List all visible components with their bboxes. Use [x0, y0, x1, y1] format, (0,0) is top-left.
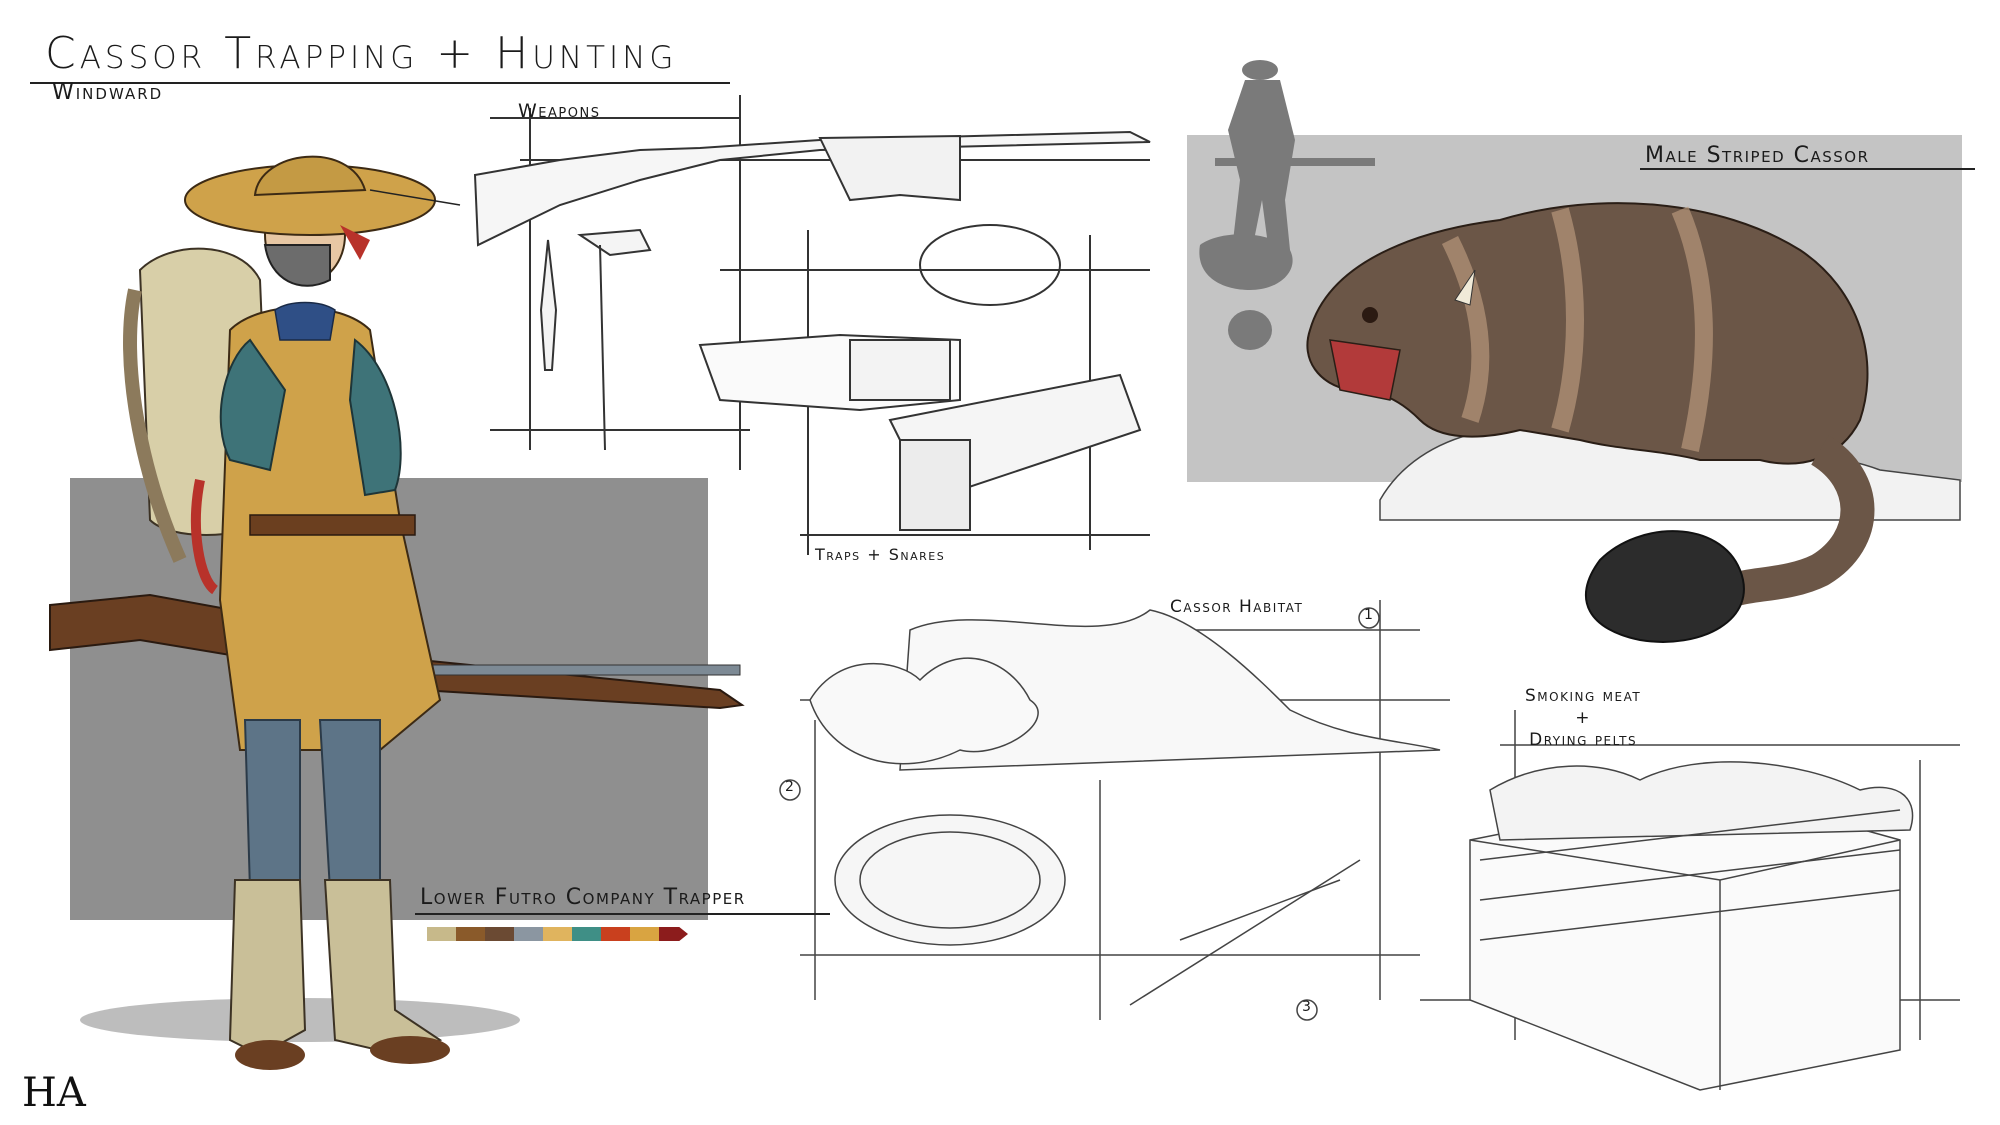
- smoking-label-line-1: Smoking meat: [1525, 686, 1642, 706]
- character-caption-underline: [415, 913, 830, 915]
- habitat-marker-1: 1: [1364, 607, 1375, 623]
- smoking-label-plus: +: [1575, 708, 1591, 728]
- character-caption: Lower Futro Company Trapper: [420, 885, 746, 910]
- traps-sketch: [698, 224, 1150, 555]
- artist-signature: HA: [22, 1070, 86, 1116]
- smoking-label-line-2: Drying pelts: [1529, 730, 1638, 750]
- palette-swatch: [514, 927, 543, 941]
- palette-swatch: [630, 927, 659, 941]
- palette-swatch: [659, 927, 688, 941]
- habitat-section-label: Cassor Habitat: [1170, 597, 1304, 617]
- traps-section-label: Traps + Snares: [815, 545, 946, 564]
- habitat-marker-2: 2: [785, 779, 796, 795]
- color-palette: [427, 927, 688, 941]
- smoking-rack-sketch: [1420, 710, 1960, 1091]
- palette-swatch: [543, 927, 572, 941]
- creature-label-underline: [1640, 168, 1975, 170]
- creature-label: Male Striped Cassor: [1645, 143, 1870, 168]
- habitat-marker-3: 3: [1302, 999, 1313, 1015]
- palette-swatch: [427, 927, 456, 941]
- palette-swatch: [572, 927, 601, 941]
- weapons-section-label: Weapons: [518, 100, 601, 122]
- smoking-section-label: Smoking meat + Drying pelts: [1525, 685, 1641, 751]
- palette-swatch: [601, 927, 630, 941]
- habitat-sketch: [779, 600, 1450, 1021]
- palette-swatch: [485, 927, 514, 941]
- cassor-creature-illustration: [1306, 202, 1961, 643]
- palette-swatch: [456, 927, 485, 941]
